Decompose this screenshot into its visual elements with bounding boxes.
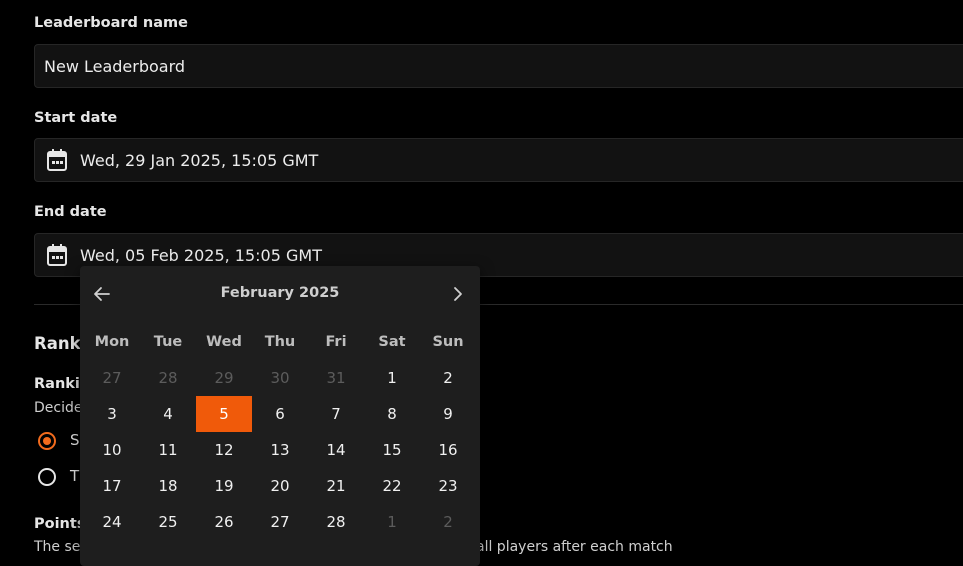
calendar-day[interactable]: 16 bbox=[420, 432, 476, 468]
calendar-day[interactable]: 31 bbox=[308, 360, 364, 396]
start-date-value: Wed, 29 Jan 2025, 15:05 GMT bbox=[80, 150, 319, 170]
calendar-day[interactable]: 29 bbox=[196, 360, 252, 396]
calendar-day[interactable]: 17 bbox=[84, 468, 140, 504]
calendar-icon bbox=[46, 243, 68, 267]
ranking-description: Decide bbox=[34, 400, 83, 416]
calendar-day[interactable]: 4 bbox=[140, 396, 196, 432]
weekday-header: Sun bbox=[432, 334, 464, 350]
calendar-day[interactable]: 28 bbox=[308, 504, 364, 540]
ranking-subtitle: Ranki bbox=[34, 376, 80, 392]
calendar-day[interactable]: 15 bbox=[364, 432, 420, 468]
ranking-option-1-label: S bbox=[70, 431, 80, 449]
points-description-right: all players after each match bbox=[476, 539, 673, 555]
calendar-month-label: February 2025 bbox=[220, 285, 340, 301]
calendar-day[interactable]: 6 bbox=[252, 396, 308, 432]
calendar-day[interactable]: 12 bbox=[196, 432, 252, 468]
start-date-input[interactable]: Wed, 29 Jan 2025, 15:05 GMT bbox=[34, 138, 963, 182]
calendar-day[interactable]: 19 bbox=[196, 468, 252, 504]
calendar-day[interactable]: 25 bbox=[140, 504, 196, 540]
leaderboard-name-input[interactable]: New Leaderboard bbox=[34, 44, 963, 88]
weekday-header: Fri bbox=[325, 334, 347, 350]
next-month-button[interactable] bbox=[446, 282, 470, 306]
ranking-option-2-radio[interactable] bbox=[38, 468, 56, 486]
ranking-option-1-radio[interactable] bbox=[38, 432, 56, 450]
calendar-day-selected[interactable]: 5 bbox=[196, 396, 252, 432]
end-date-label: End date bbox=[34, 204, 107, 220]
calendar-day[interactable]: 13 bbox=[252, 432, 308, 468]
calendar-day[interactable]: 2 bbox=[420, 504, 476, 540]
ranking-section-title: Ranki bbox=[34, 334, 87, 353]
calendar-day[interactable]: 27 bbox=[252, 504, 308, 540]
leaderboard-name-label: Leaderboard name bbox=[34, 15, 188, 31]
calendar-day[interactable]: 20 bbox=[252, 468, 308, 504]
calendar-day[interactable]: 3 bbox=[84, 396, 140, 432]
end-date-value: Wed, 05 Feb 2025, 15:05 GMT bbox=[80, 245, 322, 265]
calendar-day[interactable]: 24 bbox=[84, 504, 140, 540]
calendar-day[interactable]: 27 bbox=[84, 360, 140, 396]
calendar-day[interactable]: 14 bbox=[308, 432, 364, 468]
calendar-day[interactable]: 1 bbox=[364, 504, 420, 540]
calendar-day[interactable]: 2 bbox=[420, 360, 476, 396]
leaderboard-name-value: New Leaderboard bbox=[44, 56, 186, 76]
ranking-option-2-label: T bbox=[70, 467, 80, 485]
calendar-day[interactable]: 10 bbox=[84, 432, 140, 468]
calendar-day[interactable]: 7 bbox=[308, 396, 364, 432]
date-picker-popover: February 2025 Mon Tue Wed Thu Fri Sat Sun 27 28 2… bbox=[80, 266, 480, 566]
calendar-icon bbox=[46, 148, 68, 172]
calendar-day[interactable]: 21 bbox=[308, 468, 364, 504]
calendar-day[interactable]: 1 bbox=[364, 360, 420, 396]
calendar-day[interactable]: 23 bbox=[420, 468, 476, 504]
calendar-day[interactable]: 18 bbox=[140, 468, 196, 504]
weekday-header: Wed bbox=[206, 334, 242, 350]
points-title: Points bbox=[34, 516, 86, 532]
calendar-day[interactable]: 11 bbox=[140, 432, 196, 468]
calendar-day[interactable]: 28 bbox=[140, 360, 196, 396]
calendar-day[interactable]: 30 bbox=[252, 360, 308, 396]
weekday-header: Mon bbox=[94, 334, 130, 350]
calendar-day[interactable]: 22 bbox=[364, 468, 420, 504]
weekday-header: Sat bbox=[378, 334, 406, 350]
calendar-day[interactable]: 8 bbox=[364, 396, 420, 432]
start-date-label: Start date bbox=[34, 110, 118, 126]
calendar-grid: Mon Tue Wed Thu Fri Sat Sun 27 28 29 30 31 1 2 3 4 5 6 7 8 9… bbox=[84, 324, 476, 540]
chevron-right-icon bbox=[454, 287, 462, 301]
weekday-header: Tue bbox=[153, 334, 183, 350]
calendar-day[interactable]: 26 bbox=[196, 504, 252, 540]
calendar-day[interactable]: 9 bbox=[420, 396, 476, 432]
weekday-header: Thu bbox=[264, 334, 296, 350]
points-description-left: The se bbox=[34, 539, 81, 555]
